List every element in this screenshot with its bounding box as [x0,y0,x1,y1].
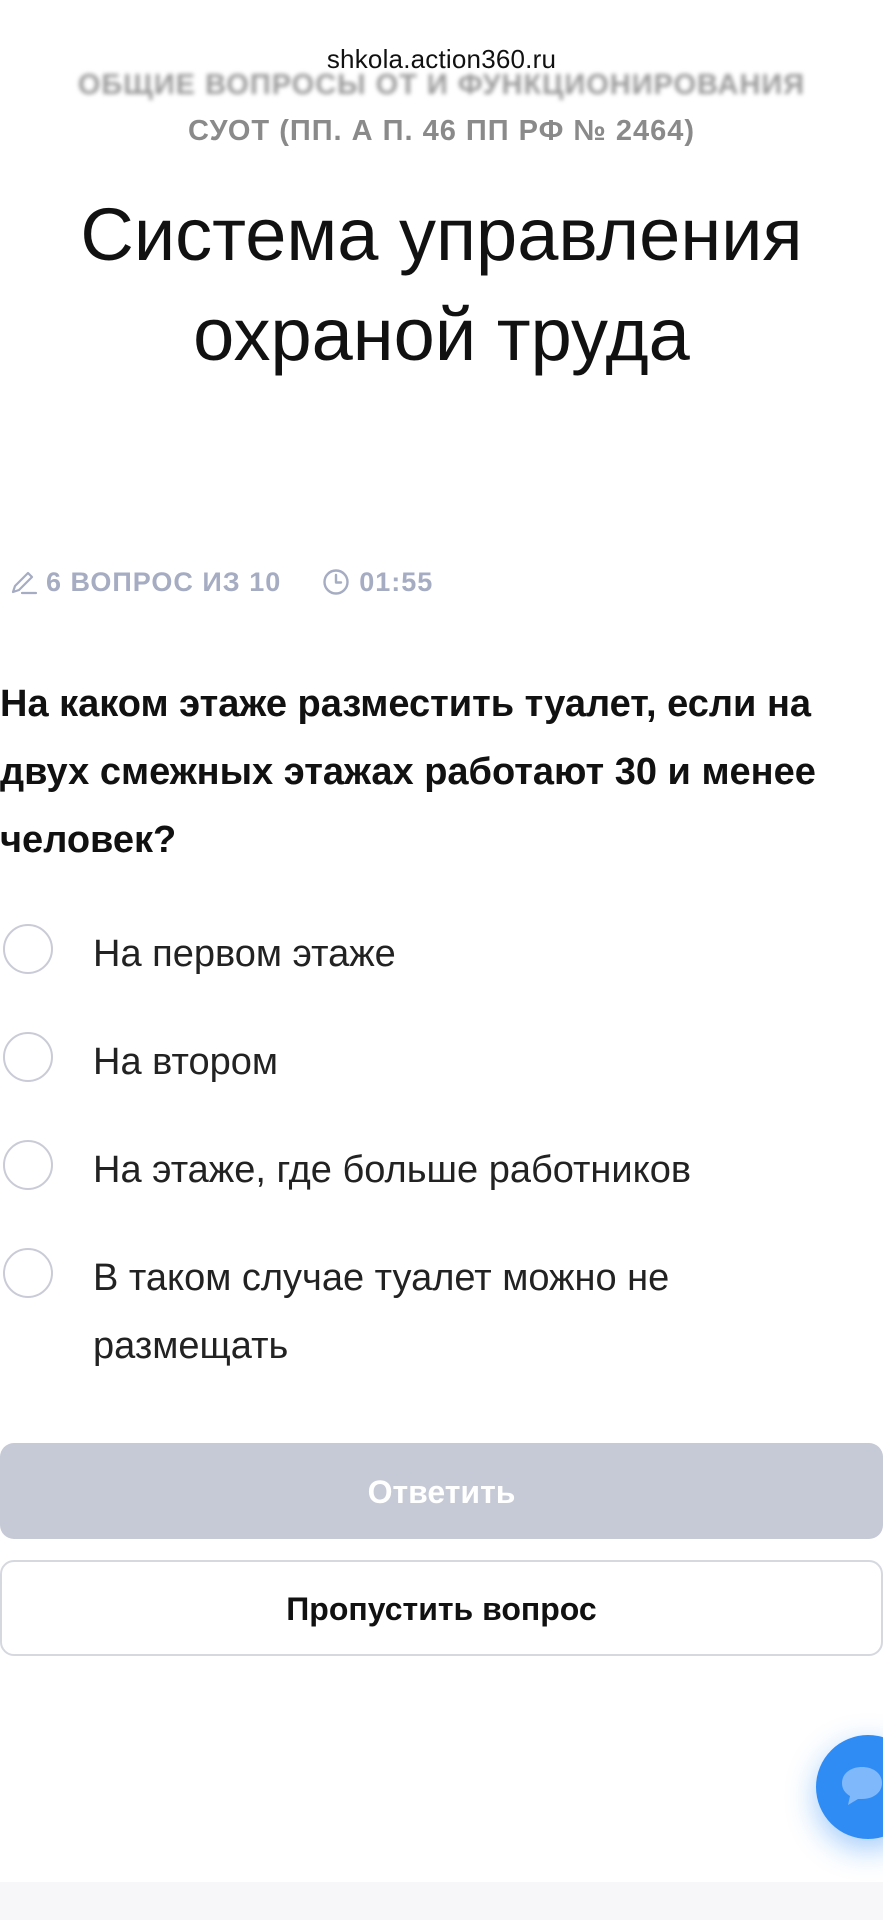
page-title: Система управления охраной труда [80,193,803,376]
radio-button[interactable] [3,1032,53,1082]
section-title-subtitle: СУОТ (пп. а п. 46 ПП РФ № 2464) [187,115,695,147]
answer-option-2[interactable]: На втором [0,1028,859,1096]
chat-button[interactable] [816,1735,883,1839]
answer-option-1[interactable]: На первом этаже [0,920,859,988]
radio-button[interactable] [3,924,53,974]
question-progress: 6 вопрос из 10 [8,567,281,598]
answer-label: На первом этаже [93,933,396,975]
answer-label: В таком случае туалет можно не размещать [93,1257,670,1367]
clock-icon [323,569,349,595]
pencil-icon [11,571,38,595]
url-bar[interactable]: shkola.action360.ru [0,44,883,75]
timer: 01:55 [321,567,433,598]
timer-text: 01:55 [359,566,434,597]
answer-list: На первом этаже На втором На этаже, где … [0,920,859,1420]
answer-label: На этаже, где больше работников [93,1149,692,1191]
question-progress-text: 6 вопрос из 10 [46,566,282,597]
radio-button[interactable] [3,1140,53,1190]
answer-label: На втором [93,1041,278,1083]
chat-icon [842,1767,882,1805]
submit-button[interactable]: Ответить [0,1443,883,1539]
answer-option-4[interactable]: В таком случае туалет можно не размещать [0,1244,859,1380]
answer-option-3[interactable]: На этаже, где больше работников [0,1136,859,1204]
quiz-page: shkola.action360.ru Общие вопросы ОТ и ф… [0,0,883,1920]
section-title: Общие вопросы ОТ и функционирования СУОТ… [20,62,863,154]
bottom-bar [0,1882,883,1920]
radio-button[interactable] [3,1248,53,1298]
question-text: На каком этаже разместить туалет, если н… [0,683,816,861]
quiz-meta: 6 вопрос из 10 01:55 [8,562,433,602]
skip-question-button[interactable]: Пропустить вопрос [0,1560,883,1656]
